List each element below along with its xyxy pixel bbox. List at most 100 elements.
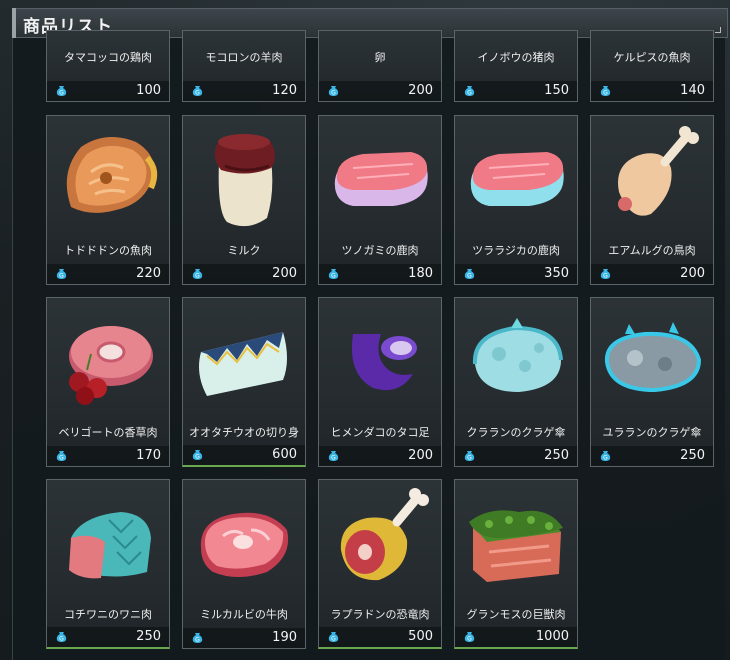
item-card[interactable]: ツノガミの鹿肉 G 180 xyxy=(318,115,442,285)
item-card[interactable]: ヒメンダコのタコ足 G 200 xyxy=(318,297,442,467)
item-card[interactable]: ミルク G 200 xyxy=(182,115,306,285)
item-card[interactable]: イノボウの猪肉 G 150 xyxy=(454,30,578,102)
price-bar: G 120 xyxy=(183,81,305,101)
item-price: 140 xyxy=(680,83,705,98)
item-card[interactable]: 卵 G 200 xyxy=(318,30,442,102)
svg-text:G: G xyxy=(59,273,64,280)
price-bar: G 180 xyxy=(319,264,441,284)
coin-bag-icon: G xyxy=(464,86,475,97)
svg-text:G: G xyxy=(603,273,608,280)
fish-fillet-icon xyxy=(199,332,287,396)
item-card[interactable]: グランモスの巨獣肉 G 1000 xyxy=(454,479,578,649)
item-price: 1000 xyxy=(535,629,569,644)
item-card[interactable]: タマコッコの鶏肉 G 100 xyxy=(46,30,170,102)
price-bar: G 200 xyxy=(319,446,441,466)
item-name: ユラランのクラゲ傘 xyxy=(602,426,702,439)
svg-text:G: G xyxy=(467,90,472,97)
coin-bag-icon: G xyxy=(192,450,203,461)
venison-icon xyxy=(470,152,564,206)
coin-bag-icon: G xyxy=(56,269,67,280)
octopus-leg-icon xyxy=(351,334,417,391)
item-name: ツノガミの鹿肉 xyxy=(341,244,419,257)
jellyfish-cap-icon xyxy=(472,318,563,392)
item-card[interactable]: ラプラドンの恐竜肉 G 500 xyxy=(318,479,442,649)
price-bar: G 250 xyxy=(455,446,577,466)
item-name: イノボウの猪肉 xyxy=(477,51,555,64)
svg-text:G: G xyxy=(195,90,200,97)
herb-meat-icon xyxy=(69,326,153,405)
item-card[interactable]: エアムルグの鳥肉 G 200 xyxy=(590,115,714,285)
price-bar: G 190 xyxy=(183,628,305,648)
item-name: コチワニのワニ肉 xyxy=(64,608,152,621)
drumstick-icon xyxy=(618,126,699,216)
svg-text:G: G xyxy=(195,273,200,280)
svg-text:G: G xyxy=(331,455,336,462)
item-price: 250 xyxy=(544,448,569,463)
item-name: ミルカルビの牛肉 xyxy=(200,608,288,621)
jellyfish-cap-icon xyxy=(604,322,702,393)
item-price: 200 xyxy=(408,448,433,463)
item-name: トドドドンの魚肉 xyxy=(64,244,152,257)
item-name: オオタチウオの切り身 xyxy=(189,426,299,439)
header-corner-mark xyxy=(715,27,721,33)
coin-bag-icon: G xyxy=(328,86,339,97)
price-bar: G 150 xyxy=(455,81,577,101)
price-bar: G 170 xyxy=(47,446,169,466)
item-card[interactable]: ミルカルビの牛肉 G 190 xyxy=(182,479,306,649)
item-name: ケルピスの魚肉 xyxy=(613,51,691,64)
item-card[interactable]: ベリゴートの香草肉 G 170 xyxy=(46,297,170,467)
coin-bag-icon: G xyxy=(328,269,339,280)
price-bar: G 200 xyxy=(183,264,305,284)
svg-text:G: G xyxy=(195,454,200,461)
price-bar: G 220 xyxy=(47,264,169,284)
svg-text:G: G xyxy=(467,455,472,462)
crocodile-meat-icon xyxy=(69,512,151,579)
price-bar: G 250 xyxy=(591,446,713,466)
item-card[interactable]: トドドドンの魚肉 G 220 xyxy=(46,115,170,285)
price-bar: G 250 xyxy=(47,627,169,647)
svg-text:G: G xyxy=(603,455,608,462)
coin-bag-icon: G xyxy=(600,86,611,97)
coin-bag-icon: G xyxy=(464,451,475,462)
item-price: 220 xyxy=(136,266,161,281)
venison-icon xyxy=(334,152,428,206)
item-price: 200 xyxy=(680,266,705,281)
item-card[interactable]: モコロンの羊肉 G 120 xyxy=(182,30,306,102)
coin-bag-icon: G xyxy=(600,451,611,462)
coin-bag-icon: G xyxy=(56,86,67,97)
item-name: エアムルグの鳥肉 xyxy=(608,244,696,257)
coin-bag-icon: G xyxy=(192,633,203,644)
price-bar: G 140 xyxy=(591,81,713,101)
item-card[interactable]: ケルピスの魚肉 G 140 xyxy=(590,30,714,102)
item-name: ツララジカの鹿肉 xyxy=(472,244,560,257)
item-name: ラプラドンの恐竜肉 xyxy=(330,608,430,621)
item-card[interactable]: ツララジカの鹿肉 G 350 xyxy=(454,115,578,285)
item-price: 170 xyxy=(136,448,161,463)
item-card[interactable]: クラランのクラゲ傘 G 250 xyxy=(454,297,578,467)
item-name: 卵 xyxy=(374,51,386,64)
item-card[interactable]: オオタチウオの切り身 G 600 xyxy=(182,297,306,467)
product-list-panel: タマコッコの鶏肉 G 100 モコロンの羊肉 G 120 卵 G 200 イノボ… xyxy=(12,30,725,660)
coin-bag-icon: G xyxy=(192,86,203,97)
header-accent xyxy=(12,8,16,38)
item-name: モコロンの羊肉 xyxy=(205,51,283,64)
svg-text:G: G xyxy=(59,636,64,643)
coin-bag-icon: G xyxy=(328,632,339,643)
item-price: 190 xyxy=(272,630,297,645)
item-price: 120 xyxy=(272,83,297,98)
coin-bag-icon: G xyxy=(600,269,611,280)
item-price: 350 xyxy=(544,266,569,281)
svg-text:G: G xyxy=(331,636,336,643)
svg-text:G: G xyxy=(59,455,64,462)
item-price: 250 xyxy=(680,448,705,463)
item-price: 150 xyxy=(544,83,569,98)
fish-steak-icon xyxy=(66,137,158,213)
item-card[interactable]: コチワニのワニ肉 G 250 xyxy=(46,479,170,649)
milk-bottle-icon xyxy=(214,134,275,227)
svg-text:G: G xyxy=(59,90,64,97)
price-bar: G 1000 xyxy=(455,627,577,647)
svg-text:G: G xyxy=(467,273,472,280)
price-bar: G 600 xyxy=(183,445,305,465)
svg-text:G: G xyxy=(331,273,336,280)
item-card[interactable]: ユラランのクラゲ傘 G 250 xyxy=(590,297,714,467)
